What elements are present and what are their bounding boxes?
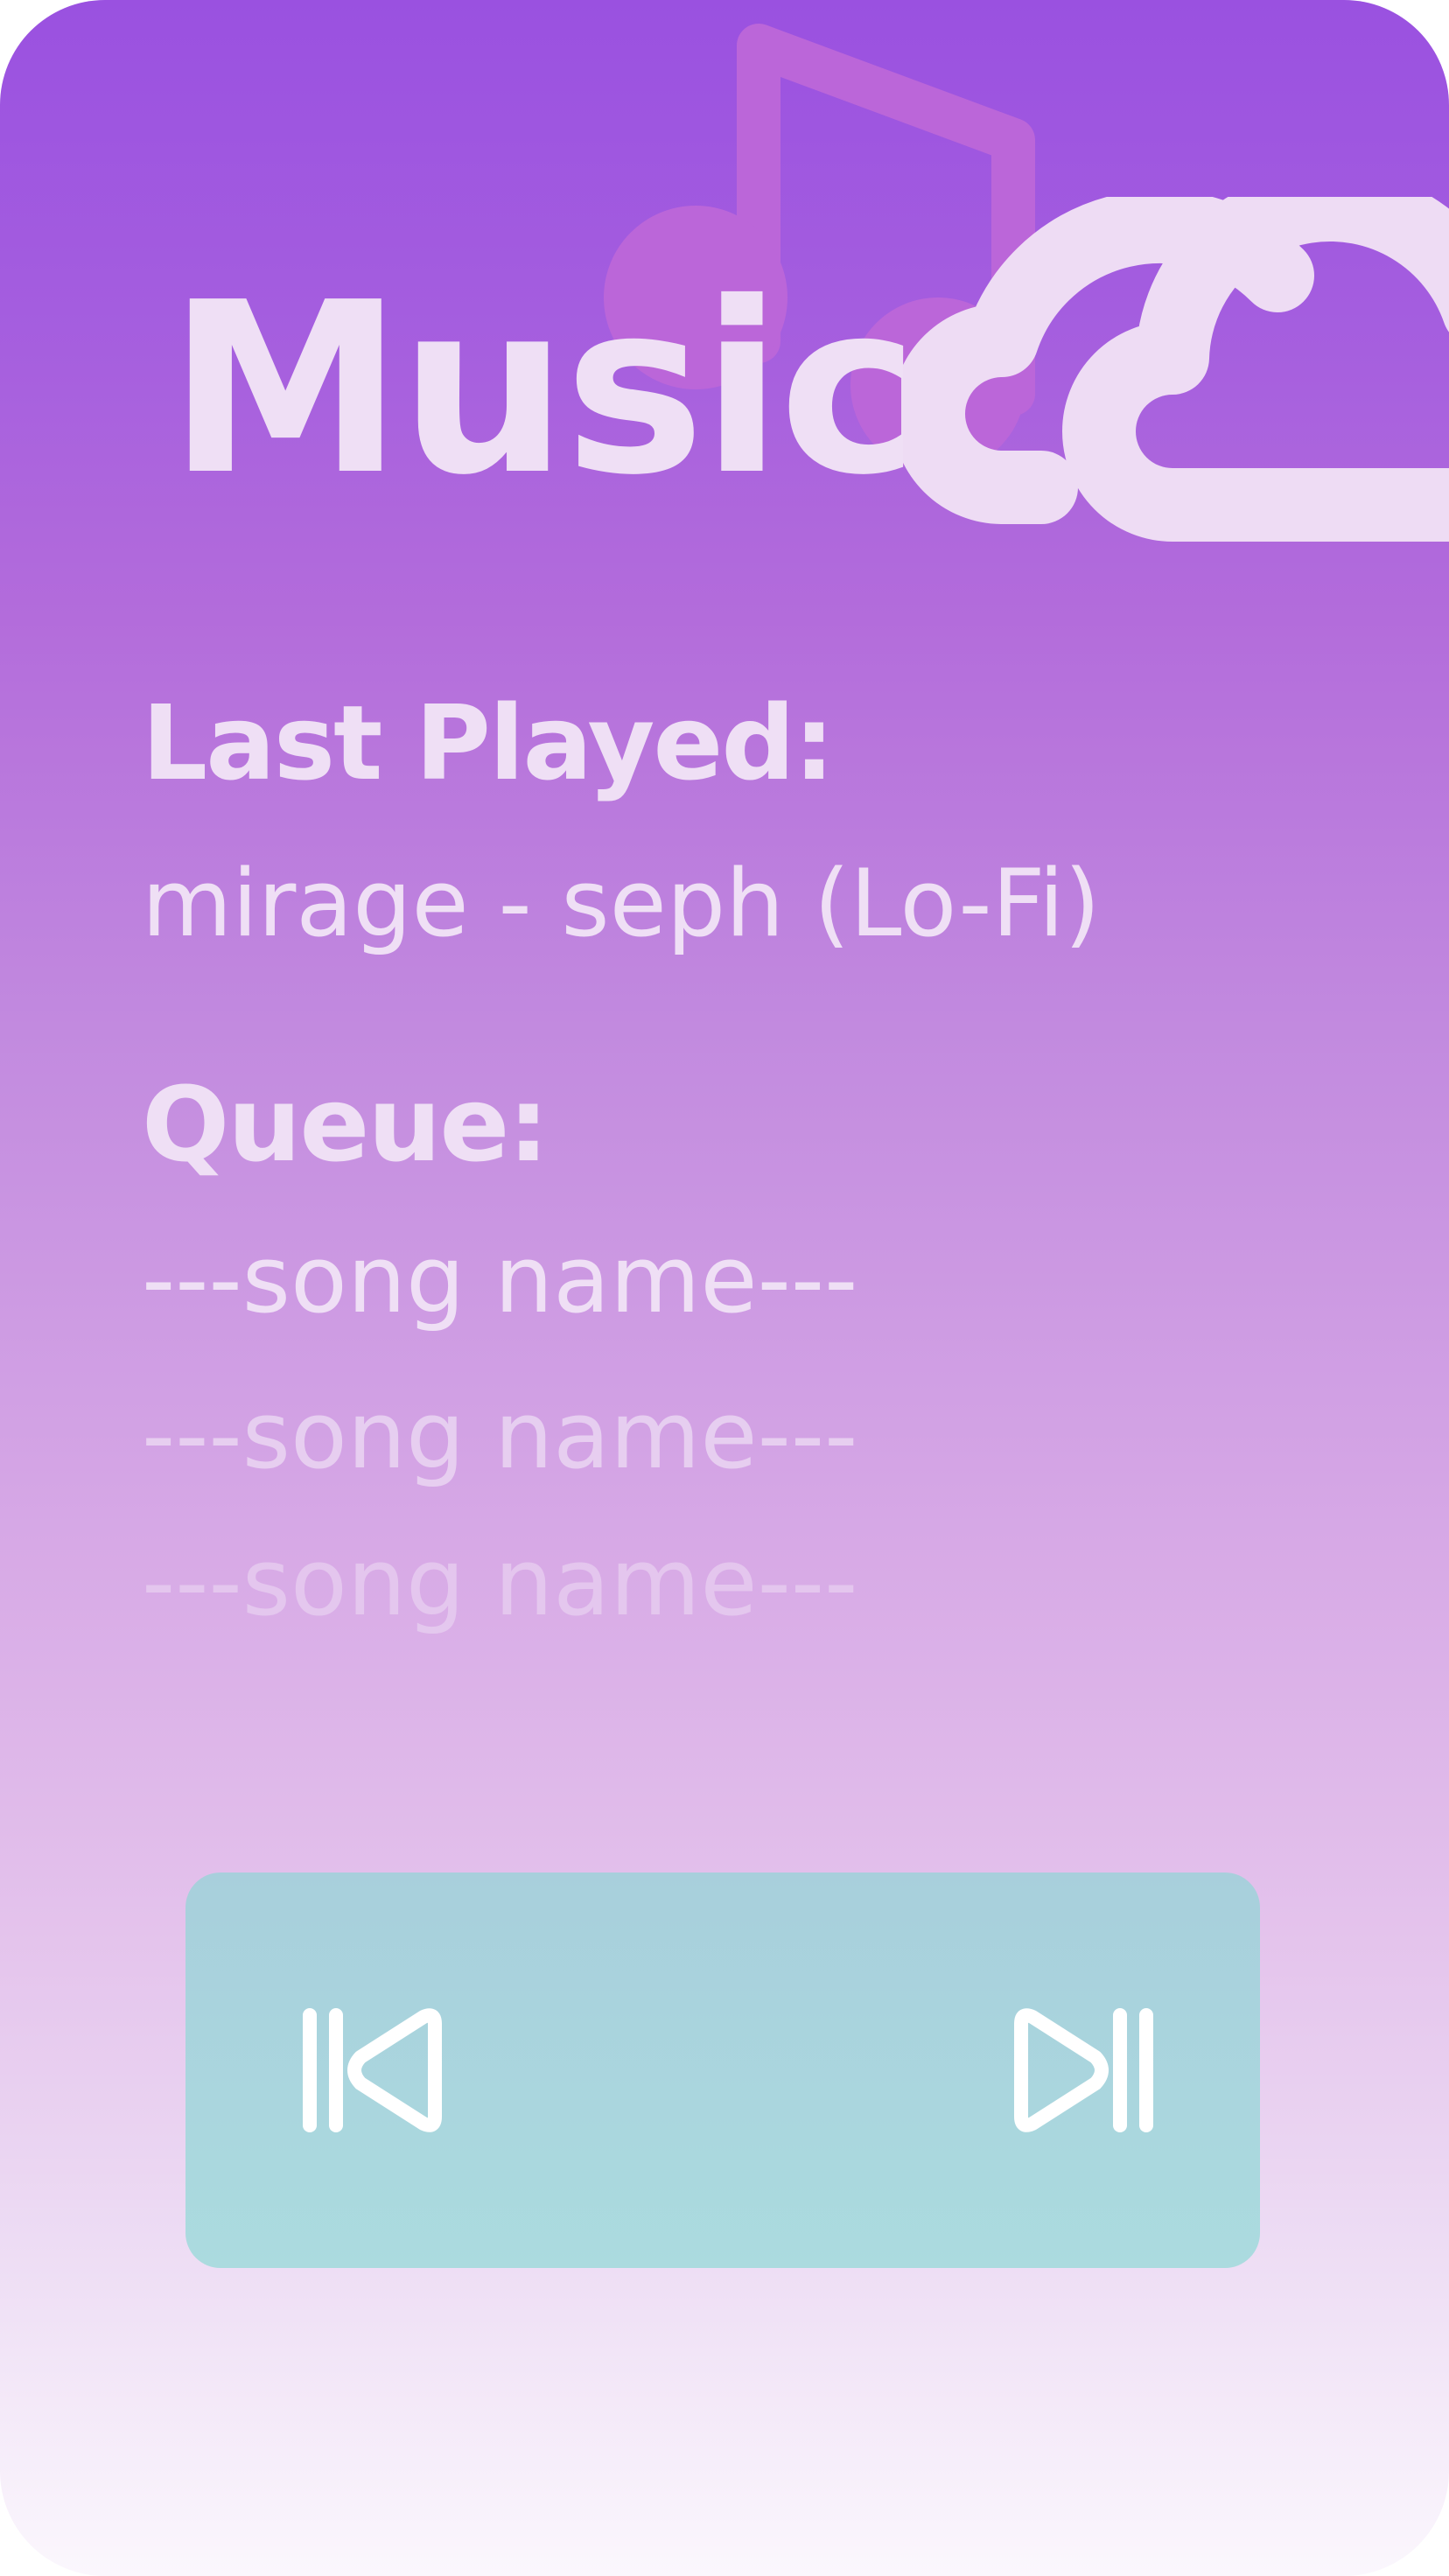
- player-controls: [186, 1872, 1260, 2268]
- previous-button[interactable]: [290, 1992, 466, 2149]
- queue-item[interactable]: ---song name---: [142, 1536, 858, 1692]
- skip-next-icon: [1014, 2008, 1153, 2132]
- cloud-icon: [901, 197, 1449, 542]
- music-widget: Music Last Played: mirage - seph (Lo-Fi)…: [0, 0, 1449, 2576]
- last-played-track[interactable]: mirage - seph (Lo-Fi): [142, 858, 1101, 950]
- next-button[interactable]: [990, 1992, 1166, 2149]
- queue-item[interactable]: ---song name---: [142, 1390, 858, 1545]
- queue-label: Queue:: [142, 1064, 550, 1185]
- queue-item[interactable]: ---song name---: [142, 1234, 858, 1390]
- skip-previous-icon: [303, 2008, 442, 2132]
- last-played-label: Last Played:: [142, 682, 835, 803]
- page-title: Music: [168, 251, 919, 527]
- queue-list: ---song name--- ---song name--- ---song …: [142, 1234, 858, 1692]
